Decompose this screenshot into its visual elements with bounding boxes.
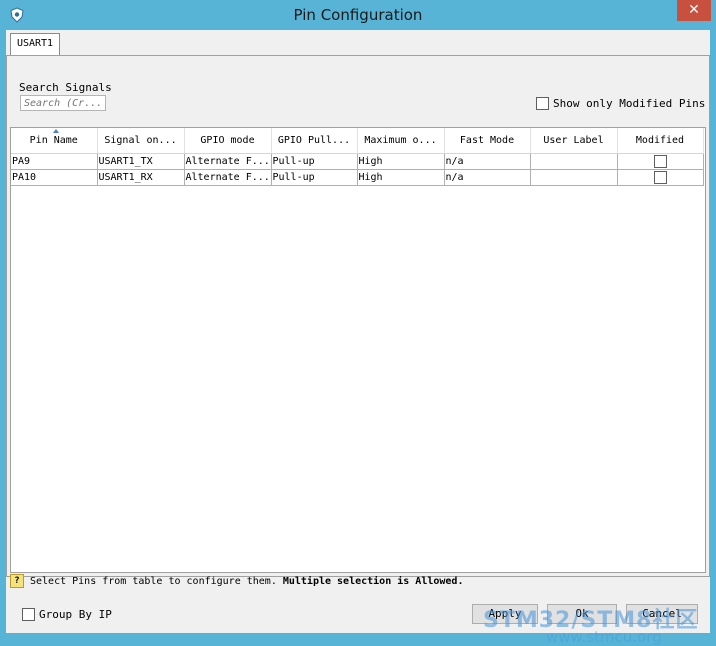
- apply-button[interactable]: Apply: [472, 604, 538, 624]
- cell-signal[interactable]: USART1_RX: [97, 169, 185, 186]
- column-header-modified[interactable]: Modified: [617, 128, 704, 154]
- hint-text: Select Pins from table to configure them…: [30, 575, 277, 587]
- cell-modified[interactable]: [617, 153, 704, 170]
- ok-button[interactable]: Ok: [547, 604, 617, 624]
- cancel-button[interactable]: Cancel: [626, 604, 698, 624]
- group-by-ip-label: Group By IP: [39, 608, 112, 621]
- close-icon: ✕: [688, 2, 700, 18]
- show-modified-checkbox[interactable]: [536, 97, 549, 110]
- column-header-pin-name[interactable]: Pin Name: [11, 128, 98, 154]
- help-icon: ?: [10, 574, 24, 588]
- hint-bold-text: Multiple selection is Allowed.: [282, 575, 464, 587]
- close-button[interactable]: ✕: [677, 0, 711, 21]
- column-header-gpio-pull[interactable]: GPIO Pull...: [271, 128, 358, 154]
- show-modified-label: Show only Modified Pins: [553, 97, 706, 110]
- title-bar[interactable]: Pin Configuration ✕: [0, 0, 716, 30]
- cell-fast-mode[interactable]: n/a: [444, 169, 531, 186]
- cell-user-label[interactable]: [530, 169, 618, 186]
- cell-pin-name[interactable]: PA9: [11, 153, 98, 170]
- watermark-url: www.stmcu.org: [546, 628, 662, 646]
- window-title: Pin Configuration: [293, 6, 423, 24]
- cell-gpio-pull[interactable]: Pull-up: [271, 169, 358, 186]
- dialog-client: USART1 Search Signals Show only Modified…: [6, 30, 710, 646]
- show-modified-toggle[interactable]: Show only Modified Pins: [536, 97, 705, 110]
- pin-configuration-window: Pin Configuration ✕ USART1 Search Signal…: [0, 0, 716, 646]
- tab-usart1[interactable]: USART1: [10, 33, 60, 56]
- sort-ascending-icon: [53, 129, 59, 133]
- modified-checkbox[interactable]: [653, 171, 667, 184]
- group-by-ip-checkbox[interactable]: [22, 608, 35, 621]
- column-header-gpio-mode[interactable]: GPIO mode: [184, 128, 272, 154]
- cell-maximum-output[interactable]: High: [357, 169, 445, 186]
- table-row[interactable]: PA9 USART1_TX Alternate F... Pull-up Hig…: [11, 153, 704, 170]
- cell-fast-mode[interactable]: n/a: [444, 153, 531, 170]
- cell-pin-name[interactable]: PA10: [11, 169, 98, 186]
- table-header-row: Pin Name Signal on... GPIO mode GPIO Pul…: [11, 128, 704, 154]
- group-by-ip-toggle[interactable]: Group By IP: [22, 608, 112, 621]
- modified-checkbox[interactable]: [653, 155, 667, 168]
- cell-modified[interactable]: [617, 169, 704, 186]
- pin-table[interactable]: Pin Name Signal on... GPIO mode GPIO Pul…: [10, 127, 706, 573]
- hint-bar: ? Select Pins from table to configure th…: [10, 573, 704, 589]
- column-header-fast-mode[interactable]: Fast Mode: [444, 128, 531, 154]
- table-row[interactable]: PA10 USART1_RX Alternate F... Pull-up Hi…: [11, 169, 704, 186]
- column-header-maximum-output[interactable]: Maximum o...: [357, 128, 445, 154]
- column-header-signal[interactable]: Signal on...: [97, 128, 185, 154]
- cell-gpio-pull[interactable]: Pull-up: [271, 153, 358, 170]
- cell-gpio-mode[interactable]: Alternate F...: [184, 153, 272, 170]
- search-label: Search Signals: [19, 81, 112, 94]
- column-header-user-label[interactable]: User Label: [530, 128, 618, 154]
- cell-user-label[interactable]: [530, 153, 618, 170]
- cell-signal[interactable]: USART1_TX: [97, 153, 185, 170]
- cell-gpio-mode[interactable]: Alternate F...: [184, 169, 272, 186]
- pin-table-grid: Pin Name Signal on... GPIO mode GPIO Pul…: [11, 128, 704, 186]
- search-input[interactable]: [20, 95, 106, 111]
- cell-maximum-output[interactable]: High: [357, 153, 445, 170]
